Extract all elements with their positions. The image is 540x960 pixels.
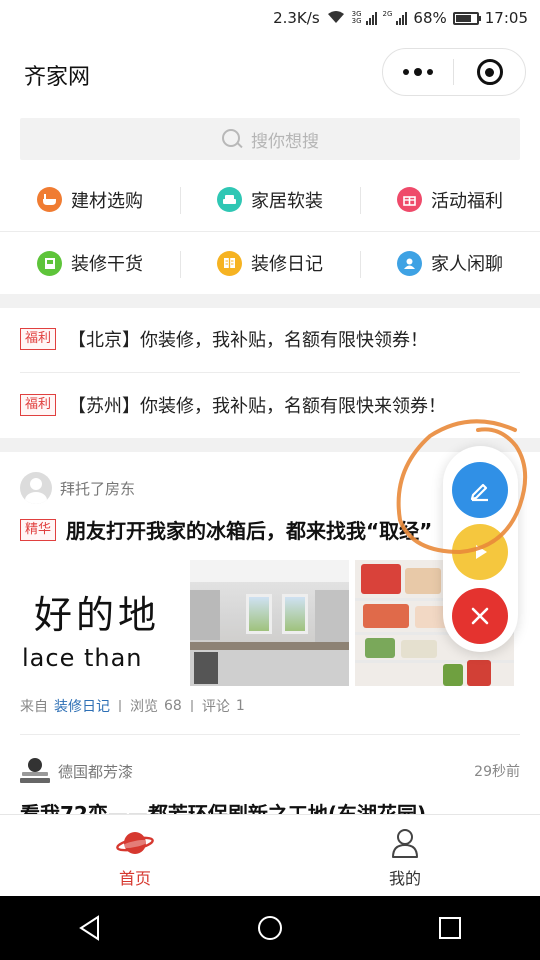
category-label: 建材选购 bbox=[71, 190, 143, 212]
search-bar[interactable]: 搜你想搜 bbox=[20, 118, 520, 160]
promo-text: 【苏州】你装修，我补贴，名额有限快来领券！ bbox=[68, 396, 447, 417]
recents-icon bbox=[439, 917, 461, 939]
sofa-icon bbox=[217, 187, 242, 212]
category-label: 活动福利 bbox=[431, 190, 503, 212]
play-icon bbox=[476, 545, 487, 559]
category-label: 家人闲聊 bbox=[431, 254, 503, 275]
category-diary[interactable]: 装修日记 bbox=[180, 232, 360, 294]
post-author[interactable]: 德国都芳漆 29秒前 bbox=[20, 756, 520, 786]
category-grid: 建材选购 家居软装 活动福利 装修干货 装修日记 家人闲聊 bbox=[0, 168, 540, 294]
tab-bar: 首页 我的 bbox=[0, 814, 540, 896]
video-button[interactable] bbox=[452, 524, 508, 580]
clock: 17:05 bbox=[484, 9, 528, 27]
chat-user-icon bbox=[397, 250, 422, 276]
category-family-chat[interactable]: 家人闲聊 bbox=[360, 232, 540, 294]
section-divider bbox=[0, 438, 540, 452]
back-icon bbox=[79, 915, 99, 941]
source-link[interactable]: 装修日记 bbox=[54, 696, 110, 716]
category-home-furnishing[interactable]: 家居软装 bbox=[180, 168, 360, 231]
meta-divider bbox=[190, 700, 193, 712]
tab-profile[interactable]: 我的 bbox=[270, 815, 540, 896]
meta-from-label: 来自 bbox=[20, 699, 48, 715]
category-promotions[interactable]: 活动福利 bbox=[360, 168, 540, 231]
signal-icon bbox=[365, 11, 377, 25]
welfare-tag: 福利 bbox=[20, 328, 57, 350]
post-title: 朋友打开我家的冰箱后，都来找我“取经” bbox=[66, 519, 433, 543]
edit-icon bbox=[470, 483, 488, 502]
post-divider bbox=[20, 734, 520, 735]
author-name: 德国都芳漆 bbox=[58, 762, 134, 781]
category-row: 装修干货 装修日记 家人闲聊 bbox=[0, 231, 540, 294]
search-icon bbox=[221, 128, 243, 150]
system-nav-bar bbox=[0, 896, 540, 960]
bathtub-icon bbox=[37, 187, 62, 212]
promo-notice[interactable]: 福利 【苏州】你装修，我补贴，名额有限快来领券！ bbox=[20, 372, 520, 438]
post-time: 29秒前 bbox=[474, 764, 520, 780]
promo-text: 【北京】你装修，我补贴，名额有限快领券！ bbox=[68, 330, 429, 351]
edit-button[interactable] bbox=[452, 462, 508, 518]
promo-notice[interactable]: 福利 【北京】你装修，我补贴，名额有限快领券！ bbox=[20, 306, 520, 372]
tab-label: 我的 bbox=[388, 869, 421, 888]
category-building-materials[interactable]: 建材选购 bbox=[0, 168, 180, 231]
post-image-text: 好的地 lace than bbox=[20, 560, 184, 686]
tab-label: 首页 bbox=[118, 869, 151, 888]
battery-percent: 68% bbox=[413, 9, 447, 27]
close-icon bbox=[471, 607, 489, 625]
post-image-kitchen bbox=[190, 560, 349, 686]
book-icon bbox=[37, 250, 62, 276]
post-author[interactable]: 拜托了房东 bbox=[20, 472, 135, 504]
views-count: 68 bbox=[164, 698, 182, 714]
planet-icon bbox=[115, 827, 155, 859]
network-speed: 2.3K/s bbox=[273, 9, 320, 27]
status-bar: 2.3K/s 3G 3G 2G 68% 17:05 bbox=[0, 0, 540, 36]
post-images[interactable]: 好的地 lace than bbox=[20, 560, 514, 686]
brand-logo-icon bbox=[20, 756, 50, 786]
page-title: 齐家网 bbox=[24, 65, 91, 90]
meta-divider bbox=[119, 700, 121, 712]
recents-button[interactable] bbox=[420, 896, 480, 960]
title-bar: 齐家网 bbox=[0, 36, 540, 112]
close-menu-button[interactable] bbox=[452, 588, 508, 644]
category-tips[interactable]: 装修干货 bbox=[0, 232, 180, 294]
diary-icon bbox=[217, 250, 242, 276]
category-label: 装修干货 bbox=[71, 254, 143, 275]
comments-count: 1 bbox=[235, 698, 245, 714]
user-icon bbox=[385, 827, 425, 859]
category-row: 建材选购 家居软装 活动福利 bbox=[0, 168, 540, 231]
post-meta: 来自 装修日记 浏览 68 评论 1 bbox=[20, 696, 245, 716]
target-icon bbox=[476, 59, 503, 85]
author-name: 拜托了房东 bbox=[60, 479, 136, 498]
tab-home[interactable]: 首页 bbox=[0, 815, 270, 896]
avatar bbox=[20, 472, 52, 504]
battery-icon bbox=[452, 11, 481, 25]
category-label: 装修日记 bbox=[251, 254, 323, 275]
views-label: 浏览 bbox=[130, 699, 158, 715]
category-label: 家居软装 bbox=[251, 190, 323, 212]
miniprogram-capsule bbox=[382, 48, 526, 96]
close-miniprogram-button[interactable] bbox=[454, 49, 525, 95]
home-button[interactable] bbox=[240, 896, 300, 960]
gift-icon bbox=[397, 187, 422, 212]
signal-icon-2 bbox=[396, 11, 408, 25]
welfare-tag: 福利 bbox=[20, 394, 57, 416]
post-title[interactable]: 看我72变——都芳环保刷新之工地(东湖花园) bbox=[20, 798, 426, 814]
featured-tag: 精华 bbox=[20, 518, 57, 541]
more-menu-button[interactable] bbox=[383, 49, 453, 95]
search-placeholder: 搜你想搜 bbox=[251, 131, 319, 152]
network-type-2: 2G bbox=[382, 10, 393, 18]
back-button[interactable] bbox=[60, 896, 120, 960]
wifi-icon bbox=[326, 9, 346, 28]
home-circle-icon bbox=[258, 916, 282, 940]
network-type-1: 3G 3G bbox=[351, 10, 362, 25]
comments-label: 评论 bbox=[201, 699, 230, 715]
